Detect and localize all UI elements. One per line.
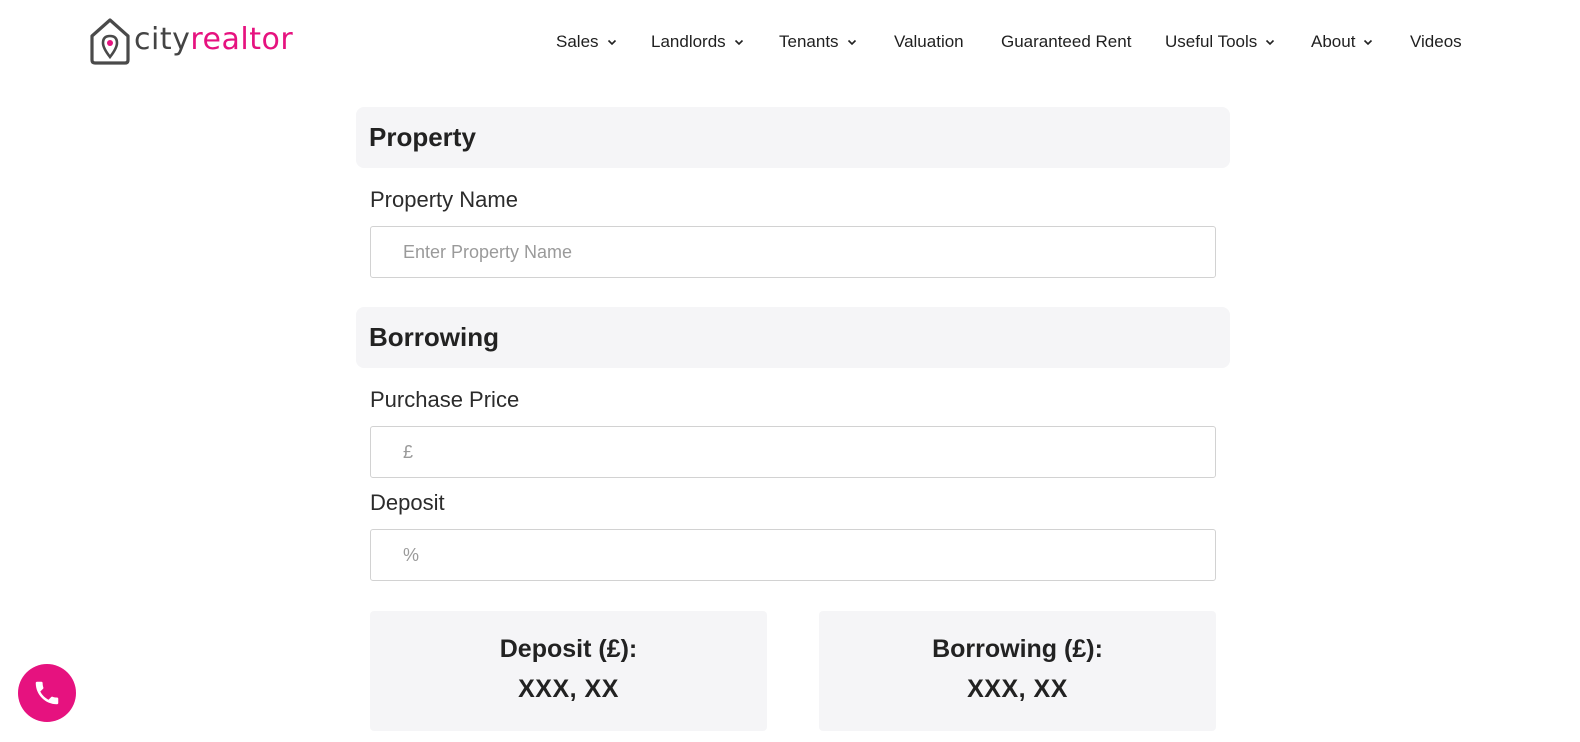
deposit-field: [370, 529, 1216, 581]
section-title: Borrowing: [369, 322, 499, 352]
borrowing-result-card: Borrowing (£): XXX, XX: [819, 611, 1216, 731]
house-pin-logo-icon: [90, 18, 130, 65]
nav-item-useful-tools[interactable]: Useful Tools: [1165, 28, 1275, 56]
property-section-header: Property: [356, 107, 1230, 168]
purchase-price-input[interactable]: [371, 427, 1215, 477]
chevron-down-icon: [1266, 39, 1275, 46]
property-name-label: Property Name: [370, 187, 518, 212]
brand-name-part2: realtor: [190, 22, 294, 57]
deposit-result-card: Deposit (£): XXX, XX: [370, 611, 767, 731]
chevron-down-icon: [847, 39, 856, 46]
deposit-result-value: XXX, XX: [518, 675, 619, 703]
nav-item-guaranteed-rent[interactable]: Guaranteed Rent: [1001, 28, 1131, 56]
call-button[interactable]: [18, 664, 76, 722]
nav-item-about[interactable]: About: [1311, 28, 1373, 56]
section-title: Property: [369, 122, 476, 152]
brand-name: cityrealtor: [134, 25, 293, 55]
borrowing-result-label: Borrowing (£):: [932, 635, 1103, 663]
deposit-result-label: Deposit (£):: [499, 635, 638, 663]
nav-item-sales[interactable]: Sales: [556, 28, 617, 56]
purchase-price-field: [370, 426, 1216, 478]
nav-item-tenants[interactable]: Tenants: [779, 28, 857, 56]
brand-logo[interactable]: cityrealtor: [88, 16, 293, 66]
deposit-input[interactable]: [371, 530, 1215, 580]
chevron-down-icon: [607, 39, 616, 46]
borrowing-section-header: Borrowing: [356, 307, 1230, 368]
property-name-input[interactable]: [371, 227, 1215, 277]
chevron-down-icon: [734, 39, 743, 46]
property-name-field: [370, 226, 1216, 278]
nav-item-valuation[interactable]: Valuation: [894, 28, 964, 56]
nav-item-label: Useful Tools: [1165, 32, 1258, 51]
nav-item-landlords[interactable]: Landlords: [651, 28, 744, 56]
site-header: cityrealtor Sales Landlords Tenants Valu…: [0, 0, 1580, 84]
brand-name-part1: city: [134, 22, 191, 57]
page: cityrealtor Sales Landlords Tenants Valu…: [0, 0, 1580, 742]
main-nav: Sales Landlords Tenants Valuation Guaran…: [556, 28, 1580, 56]
chevron-down-icon: [1364, 39, 1373, 46]
nav-item-label: About: [1311, 32, 1356, 51]
nav-item-label: Tenants: [779, 32, 839, 51]
purchase-price-label: Purchase Price: [370, 387, 520, 412]
nav-item-label: Guaranteed Rent: [1001, 32, 1132, 51]
nav-item-label: Landlords: [651, 32, 726, 51]
nav-item-videos[interactable]: Videos: [1410, 28, 1462, 56]
deposit-label: Deposit: [370, 490, 445, 515]
nav-item-label: Videos: [1410, 32, 1462, 51]
nav-item-label: Valuation: [894, 32, 964, 51]
phone-icon: [35, 681, 59, 705]
borrowing-result-value: XXX, XX: [967, 675, 1068, 703]
nav-item-label: Sales: [556, 32, 599, 51]
